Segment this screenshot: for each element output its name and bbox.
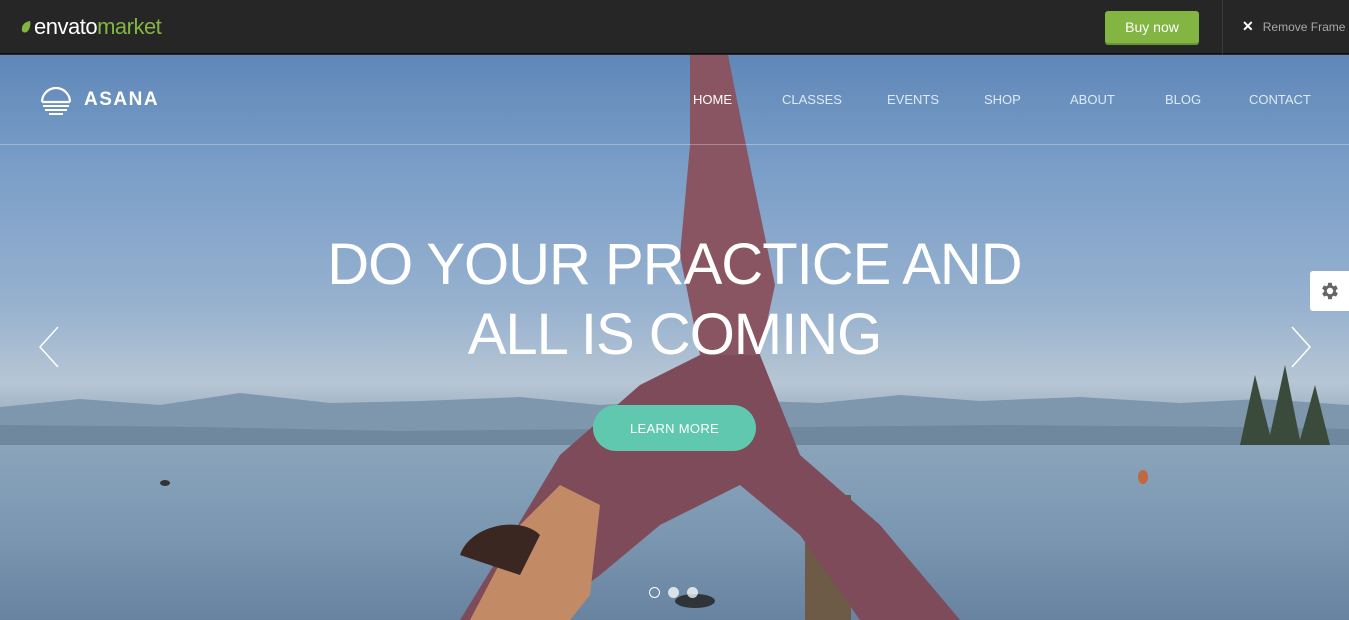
nav-events[interactable]: EVENTS <box>887 92 939 107</box>
nav-classes[interactable]: CLASSES <box>782 92 842 107</box>
nav-about[interactable]: ABOUT <box>1070 92 1115 107</box>
close-icon: ✕ <box>1242 18 1254 34</box>
nav-shop[interactable]: SHOP <box>984 92 1021 107</box>
nav-blog[interactable]: BLOG <box>1165 92 1201 107</box>
headline-line-2: ALL IS COMING <box>467 302 883 367</box>
remove-frame-label: Remove Frame <box>1262 19 1346 34</box>
brand-name: ASANA <box>84 89 160 110</box>
slider-pagination <box>649 587 698 598</box>
nav-contact[interactable]: CONTACT <box>1249 92 1311 107</box>
headline-line-1: DO YOUR PRACTICE AND <box>327 232 1022 297</box>
slide-dot-2[interactable] <box>668 587 679 598</box>
nav-home[interactable]: HOME <box>693 92 732 107</box>
slide-dot-3[interactable] <box>687 587 698 598</box>
sunset-logo-icon <box>40 86 72 115</box>
leaf-icon <box>21 21 31 33</box>
learn-more-button[interactable]: LEARN MORE <box>593 405 756 451</box>
hero-slider: ASANA HOME CLASSES EVENTS SHOP ABOUT BLO… <box>0 55 1349 620</box>
divider <box>1222 0 1223 54</box>
gear-icon <box>1321 282 1338 300</box>
remove-frame-button[interactable]: ✕ Remove Frame <box>1242 18 1345 35</box>
logo-text-envato: envato <box>34 14 98 39</box>
chevron-right-icon[interactable] <box>1288 325 1312 369</box>
asana-brand[interactable]: ASANA <box>40 84 159 116</box>
envato-market-logo[interactable]: envato market <box>20 14 162 40</box>
slide-dot-1[interactable] <box>649 587 660 598</box>
chevron-left-icon[interactable] <box>38 325 62 369</box>
buy-now-button[interactable]: Buy now <box>1105 11 1199 43</box>
header-divider <box>0 144 1349 145</box>
hero-headline: DO YOUR PRACTICE AND ALL IS COMING <box>0 230 1349 370</box>
envato-top-bar: envato market Buy now ✕ Remove Frame <box>0 0 1349 54</box>
settings-panel-toggle[interactable] <box>1310 271 1349 311</box>
logo-text-market: market <box>97 14 162 39</box>
